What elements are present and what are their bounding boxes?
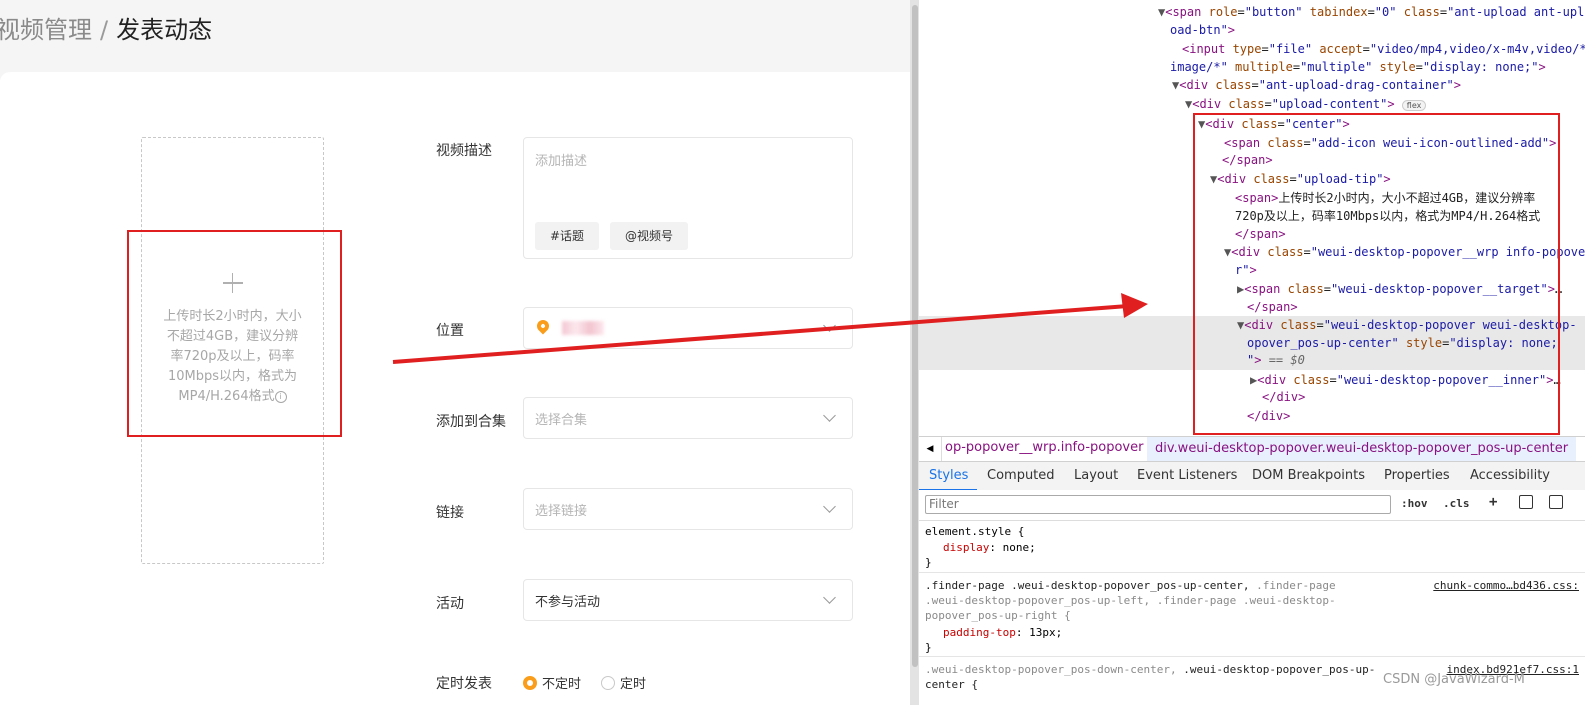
dom-node[interactable]: ▼<div class="ant-upload-drag-container">: [1172, 76, 1461, 94]
radio-scheduled-label: 定时: [620, 677, 647, 692]
radio-scheduled[interactable]: 定时: [601, 673, 646, 692]
dom-node[interactable]: <input type="file" accept="video/mp4,vid…: [1182, 40, 1585, 58]
description-label: 视频描述: [436, 143, 492, 159]
location-value-redacted: [562, 321, 604, 335]
rule-close: }: [925, 556, 932, 569]
dom-breadcrumb-item-active[interactable]: div.weui-desktop-popover.weui-desktop-po…: [1147, 437, 1577, 461]
breadcrumb-parent[interactable]: 视频管理: [0, 16, 92, 44]
tab-styles[interactable]: Styles: [929, 468, 968, 483]
activity-value: 不参与活动: [535, 595, 601, 610]
prop-name: display: [943, 541, 990, 554]
sidebar-toggle-icon[interactable]: [1549, 495, 1563, 509]
collection-label: 添加到合集: [436, 414, 506, 430]
prop-name: padding-top: [943, 626, 1016, 639]
page-title: 发表动态: [116, 16, 213, 44]
breadcrumb-separator: /: [100, 16, 109, 44]
link-placeholder: 选择链接: [535, 504, 588, 519]
dom-breadcrumb-bar: ◀ op-popover__wrp.info-popover div.weui-…: [919, 436, 1585, 461]
location-pin-icon: [534, 317, 552, 335]
rule-selector: .weui-desktop-popover_pos-down-center, .…: [925, 663, 1376, 676]
breadcrumb: 视频管理 / 发表动态: [0, 10, 212, 45]
link-label: 链接: [436, 505, 464, 521]
chevron-down-icon: [823, 500, 836, 513]
new-rule-icon[interactable]: +: [1489, 494, 1497, 510]
rule-close: }: [925, 641, 932, 654]
tab-dom-breakpoints[interactable]: DOM Breakpoints: [1252, 468, 1365, 483]
prop-value: none;: [1002, 541, 1036, 554]
styles-filter-bar: Filter :hov .cls +: [919, 490, 1585, 521]
radio-selected-icon: [523, 675, 537, 690]
watermark: CSDN @JavaWizard-M: [1383, 672, 1525, 687]
link-select[interactable]: 选择链接: [523, 488, 853, 530]
rule-selector: center {: [925, 678, 978, 691]
tab-accessibility[interactable]: Accessibility: [1470, 468, 1550, 483]
tab-computed[interactable]: Computed: [987, 468, 1055, 483]
rule-declaration[interactable]: display: none;: [943, 540, 1036, 555]
tab-properties[interactable]: Properties: [1384, 468, 1450, 483]
styles-filter-input[interactable]: Filter: [925, 495, 1391, 514]
collection-select[interactable]: 选择合集: [523, 397, 853, 439]
flex-badge[interactable]: flex: [1401, 100, 1427, 111]
tab-event-listeners[interactable]: Event Listeners: [1137, 468, 1237, 483]
annotation-box-upload: [127, 230, 342, 437]
chevron-down-icon: [823, 591, 836, 604]
topic-button[interactable]: #话题: [535, 222, 600, 250]
prop-value: 13px;: [1029, 626, 1063, 639]
radio-no-schedule-label: 不定时: [542, 677, 582, 692]
style-rule-pos-up-center: .finder-page .weui-desktop-popover_pos-u…: [919, 576, 1585, 657]
description-placeholder: 添加描述: [535, 154, 588, 169]
tab-layout[interactable]: Layout: [1074, 468, 1118, 483]
hov-toggle[interactable]: :hov: [1401, 497, 1428, 510]
dom-node: oad-btn">: [1170, 23, 1236, 37]
activity-select[interactable]: 不参与活动: [523, 579, 853, 621]
dom-node[interactable]: ▼<span role="button" tabindex="0" class=…: [1158, 3, 1584, 21]
dom-breadcrumb-item[interactable]: op-popover__wrp.info-popover: [945, 440, 1143, 455]
rule-selector: .finder-page .weui-desktop-popover_pos-u…: [925, 579, 1336, 592]
mention-button[interactable]: @视频号: [610, 222, 689, 250]
rule-selector: element.style {: [925, 525, 1025, 538]
style-rule-element: element.style { display: none; }: [919, 522, 1585, 573]
activity-label: 活动: [436, 596, 464, 612]
annotation-box-dom: [1193, 113, 1560, 435]
cls-toggle[interactable]: .cls: [1443, 497, 1470, 510]
scroll-left-icon[interactable]: ◀: [919, 437, 942, 461]
location-label: 位置: [436, 323, 464, 339]
rule-declaration[interactable]: padding-top: 13px;: [943, 625, 1062, 640]
radio-no-schedule[interactable]: 不定时: [523, 673, 581, 692]
chevron-down-icon: [823, 319, 836, 332]
dom-node[interactable]: ▼<div class="upload-content"> flex: [1185, 95, 1427, 115]
location-select[interactable]: [523, 307, 853, 349]
schedule-label: 定时发表: [436, 676, 492, 692]
collection-placeholder: 选择合集: [535, 413, 588, 428]
rule-source-link[interactable]: chunk-commo…bd436.css:: [1433, 578, 1579, 593]
rule-selector-dim: .weui-desktop-popover_pos-up-left, .find…: [925, 594, 1336, 607]
radio-unselected-icon: [601, 675, 615, 690]
description-field[interactable]: 添加描述 #话题 @视频号: [523, 137, 853, 259]
devtools-tabs: Styles Computed Layout Event Listeners D…: [919, 461, 1585, 491]
paint-icon[interactable]: [1519, 495, 1533, 509]
chevron-down-icon: [823, 409, 836, 422]
scrollbar-thumb[interactable]: [912, 5, 918, 667]
dom-node: image/*" multiple="multiple" style="disp…: [1170, 60, 1546, 74]
rule-selector-dim: popover_pos-up-right {: [925, 609, 1071, 622]
